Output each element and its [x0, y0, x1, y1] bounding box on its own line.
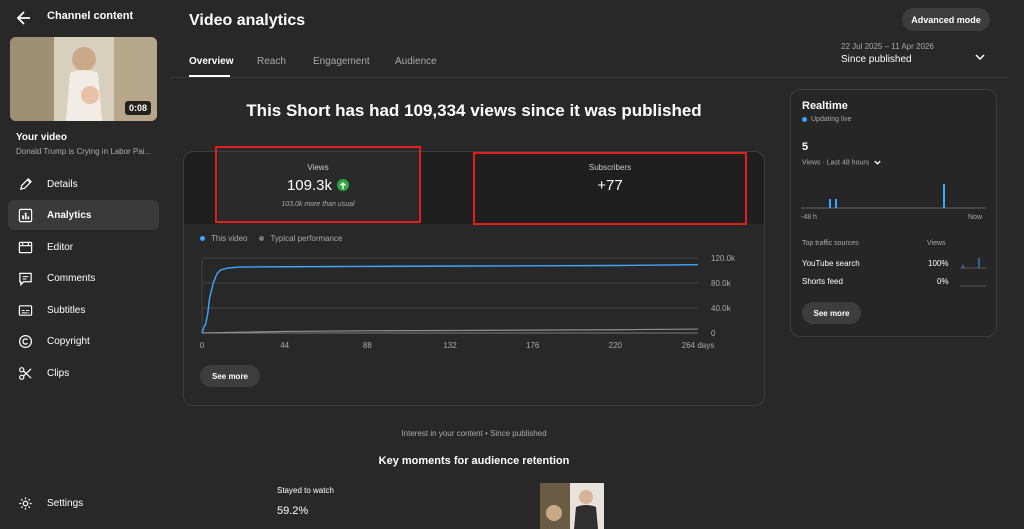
- chart-x-tick-label: 220: [609, 341, 623, 350]
- sidebar-item-comments[interactable]: Comments: [8, 263, 159, 293]
- realtime-bar-chart: [801, 184, 986, 209]
- sidebar-item-label: Details: [47, 178, 78, 190]
- video-duration: 0:08: [124, 101, 151, 115]
- chart-x-tick-label: 264 days: [682, 341, 714, 350]
- series-line-this-video: [201, 263, 699, 334]
- page-title: Video analytics: [189, 12, 306, 29]
- tab-overview[interactable]: Overview: [189, 56, 233, 67]
- views-headline: This Short has had 109,334 views since i…: [246, 101, 702, 120]
- pencil-icon: [17, 176, 33, 192]
- sidebar: Channel content 0:08 Your video Donald T…: [0, 0, 170, 529]
- sidebar-item-subtitles[interactable]: Subtitles: [8, 295, 159, 325]
- subscribers-label: Subscribers: [588, 163, 632, 172]
- date-range-text: 22 Jul 2025 – 11 Apr 2026: [841, 42, 934, 51]
- legend-dot-this-video: [200, 236, 205, 241]
- live-dot-icon: [802, 117, 807, 122]
- realtime-title: Realtime: [802, 100, 848, 112]
- video-title: Donald Trump is Crying in Labor Pai...: [16, 147, 152, 156]
- chevron-down-icon: [874, 160, 881, 165]
- realtime-axis-end: Now: [968, 214, 983, 221]
- chevron-down-icon[interactable]: [974, 50, 986, 62]
- sidebar-item-editor[interactable]: Editor: [8, 232, 159, 262]
- realtime-card: [790, 89, 997, 337]
- film-icon: [17, 239, 33, 255]
- traffic-views-header: Views: [927, 240, 946, 247]
- sidebar-item-settings[interactable]: Settings: [8, 488, 159, 518]
- sidebar-item-details[interactable]: Details: [8, 169, 159, 199]
- views-label: Views: [307, 163, 329, 172]
- traffic-source-name: YouTube search: [802, 259, 860, 268]
- channel-content-title: Channel content: [47, 10, 134, 22]
- traffic-source-value: 100%: [928, 259, 949, 268]
- chart-x-tick-label: 0: [200, 341, 205, 350]
- your-video-label: Your video: [16, 132, 67, 143]
- traffic-sparkline: [960, 285, 986, 287]
- stayed-to-watch-label: Stayed to watch: [277, 486, 334, 495]
- tab-divider: [170, 77, 1008, 78]
- chart-y-tick-label: 80.0k: [711, 279, 732, 288]
- gear-icon: [17, 495, 33, 511]
- sidebar-item-analytics[interactable]: Analytics: [8, 200, 159, 230]
- chart-y-tick-label: 0: [711, 329, 716, 338]
- video-thumbnail[interactable]: 0:08: [10, 37, 157, 121]
- realtime-status-text: Updating live: [811, 116, 852, 123]
- subscribers-value: +77: [597, 177, 623, 194]
- sidebar-item-label: Editor: [47, 241, 74, 253]
- views-value-row: 109.3k: [218, 177, 418, 194]
- sidebar-item-label: Clips: [47, 367, 70, 379]
- realtime-axis-start: -48 h: [801, 214, 817, 221]
- tab-audience[interactable]: Audience: [395, 56, 437, 67]
- interest-caption: Interest in your content • Since publish…: [401, 429, 547, 438]
- advanced-mode-button[interactable]: Advanced mode: [902, 8, 990, 31]
- traffic-source-value: 0%: [937, 277, 949, 286]
- back-arrow-icon[interactable]: [14, 8, 34, 28]
- realtime-bar: [943, 184, 945, 208]
- chart-y-tick-label: 120.0k: [711, 254, 736, 263]
- copyright-icon: [17, 333, 33, 349]
- chart-legend: This video Typical performance: [200, 234, 343, 243]
- sidebar-item-label: Analytics: [47, 209, 92, 221]
- realtime-status: Updating live: [802, 116, 851, 123]
- bar-chart-icon: [17, 207, 33, 223]
- views-note: 103.0k more than usual: [281, 201, 355, 208]
- arrow-up-icon: [337, 179, 350, 192]
- sidebar-item-label: Comments: [47, 272, 96, 284]
- sidebar-item-label: Subtitles: [47, 304, 86, 316]
- series-line-typical: [201, 328, 699, 334]
- date-range-selector[interactable]: Since published: [841, 54, 912, 65]
- traffic-source-name: Shorts feed: [802, 277, 843, 286]
- realtime-period-selector[interactable]: Views · Last 48 hours: [802, 158, 882, 167]
- chart-x-tick-label: 88: [363, 341, 372, 350]
- stayed-to-watch-value: 59.2%: [277, 505, 309, 517]
- chart-x-tick-label: 132: [443, 341, 457, 350]
- subtitles-icon: [17, 302, 33, 318]
- sidebar-item-label: Copyright: [47, 335, 90, 347]
- realtime-views-value: 5: [802, 141, 809, 153]
- see-more-button[interactable]: See more: [200, 365, 260, 387]
- views-line-chart: 120.0k 80.0k 40.0k 0 0 44 88 132 176 220 264 days: [200, 254, 736, 350]
- key-moments-title: Key moments for audience retention: [378, 455, 570, 467]
- active-tab-indicator: [189, 75, 230, 77]
- sidebar-item-copyright[interactable]: Copyright: [8, 326, 159, 356]
- legend-this-video: This video: [211, 234, 248, 243]
- chart-x-tick-label: 44: [280, 341, 289, 350]
- legend-dot-typical: [259, 236, 265, 241]
- realtime-subtitle: Views · Last 48 hours: [802, 159, 870, 167]
- legend-typical: Typical performance: [270, 234, 343, 243]
- comment-icon: [17, 270, 33, 286]
- chart-y-tick-label: 40.0k: [711, 304, 732, 313]
- chart-x-tick-label: 176: [526, 341, 540, 350]
- tab-reach[interactable]: Reach: [257, 56, 286, 67]
- sidebar-item-label: Settings: [47, 497, 84, 509]
- tab-engagement[interactable]: Engagement: [313, 56, 370, 67]
- views-value: 109.3k: [286, 177, 333, 194]
- scissors-icon: [17, 365, 33, 381]
- realtime-bar: [829, 199, 831, 208]
- sidebar-item-clips[interactable]: Clips: [8, 358, 159, 388]
- traffic-sources-header: Top traffic sources: [802, 240, 859, 247]
- retention-video-thumbnail: [540, 483, 604, 529]
- realtime-bar: [835, 199, 837, 208]
- realtime-see-more-button[interactable]: See more: [802, 302, 861, 324]
- traffic-sparkline: [960, 258, 986, 269]
